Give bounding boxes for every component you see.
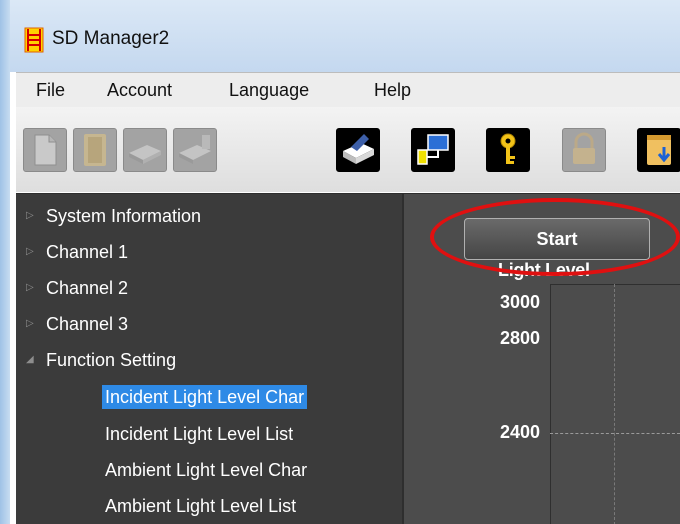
menu-help[interactable]: Help	[374, 80, 411, 101]
window-title: SD Manager2	[52, 28, 170, 49]
y-tick-label: 2400	[500, 422, 541, 442]
y-tick-label: 2800	[500, 328, 541, 348]
expand-arrow-icon[interactable]: ▷	[26, 276, 34, 300]
y-tick-label: 3000	[500, 292, 541, 312]
highlight-annotation	[430, 198, 680, 276]
tree-item-ambient-light-level-list[interactable]: Ambient Light Level List	[105, 494, 296, 518]
expand-arrow-icon[interactable]: ▷	[26, 312, 34, 336]
tree-item-incident-light-level-chart[interactable]: Incident Light Level Char	[102, 385, 308, 409]
title-bar[interactable]: SD Manager2	[10, 0, 680, 72]
lock-icon[interactable]	[562, 128, 606, 172]
tree-item-label: System Information	[46, 206, 202, 226]
tree-item-label: Channel 2	[46, 278, 129, 298]
key-icon[interactable]	[486, 128, 530, 172]
app-window: SD Manager2 File Account Language Help ▷…	[0, 0, 680, 524]
plot-area	[550, 284, 680, 524]
navigation-tree: ▷ System Information ▷ Channel 1 ▷ Chann…	[16, 194, 402, 524]
tree-item-label: Ambient Light Level Char	[105, 460, 308, 480]
new-document-icon[interactable]	[23, 128, 67, 172]
collapse-arrow-icon[interactable]: ◢	[26, 348, 34, 372]
expand-arrow-icon[interactable]: ▷	[26, 240, 34, 264]
expand-arrow-icon[interactable]: ▷	[26, 204, 34, 228]
tree-item-label: Function Setting	[46, 350, 177, 370]
tree-item-ambient-light-level-chart[interactable]: Ambient Light Level Char	[105, 458, 307, 482]
network-connection-icon[interactable]	[411, 128, 455, 172]
tree-item-label: Channel 1	[46, 242, 129, 262]
write-device-icon[interactable]	[173, 128, 217, 172]
app-icon	[24, 27, 44, 53]
menu-bar: File Account Language Help	[16, 72, 680, 108]
grid-line	[614, 284, 615, 524]
grid-line	[550, 433, 680, 434]
window-frame-edge	[0, 0, 10, 524]
open-folder-icon[interactable]	[73, 128, 117, 172]
toolbar	[16, 107, 680, 192]
tree-item-label: Incident Light Level List	[105, 424, 294, 444]
tree-item-incident-light-level-list[interactable]: Incident Light Level List	[105, 422, 293, 446]
menu-file[interactable]: File	[36, 80, 65, 101]
menu-account[interactable]: Account	[107, 80, 172, 101]
menu-language[interactable]: Language	[229, 80, 309, 101]
read-device-icon[interactable]	[123, 128, 167, 172]
tree-item-label: Channel 3	[46, 314, 129, 334]
print-icon[interactable]	[336, 128, 380, 172]
download-folder-icon[interactable]	[637, 128, 680, 172]
tree-item-label: Incident Light Level Char	[105, 387, 305, 407]
tree-item-label: Ambient Light Level List	[105, 496, 297, 516]
